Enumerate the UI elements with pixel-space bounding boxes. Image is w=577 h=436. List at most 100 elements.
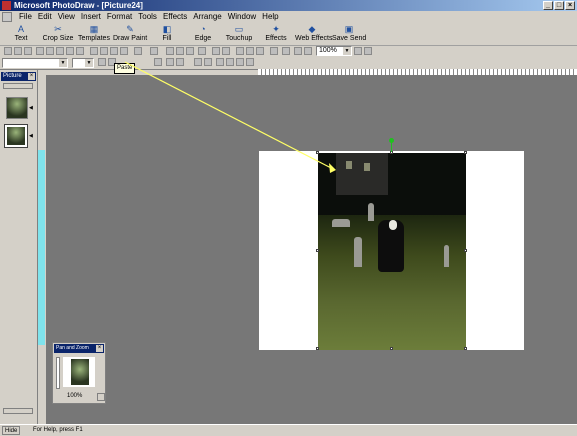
save-send-icon: ▣ [344,24,354,34]
menu-arrange[interactable]: Arrange [190,11,224,23]
visual-menu-text[interactable]: A Text [4,24,38,44]
visual-menu-touchup[interactable]: ▭ Touchup [222,24,256,44]
format-painter-icon[interactable] [120,47,128,55]
touchup-icon: ▭ [234,24,244,34]
line-icon[interactable] [236,47,244,55]
draw-paint-icon: ✎ [126,24,134,34]
menu-window[interactable]: Window [225,11,259,23]
line-width-icon[interactable] [166,58,174,66]
picture-thumbnail[interactable] [6,97,28,119]
rotate-left-icon[interactable] [212,47,220,55]
erase-icon[interactable] [246,58,254,66]
pan-zoom-preview[interactable] [63,357,95,387]
rectangle-icon[interactable] [270,47,278,55]
visual-menu-fill[interactable]: ◧ Fill [150,24,184,44]
undo-icon[interactable] [134,47,142,55]
menu-format[interactable]: Format [104,11,135,23]
effects-icon: ✦ [272,24,280,34]
selection-handle[interactable] [316,249,319,252]
menu-file[interactable]: File [16,11,35,23]
bold-icon[interactable] [98,58,106,66]
vertical-ruler [38,150,45,345]
hand-icon[interactable] [186,47,194,55]
selection-handle[interactable] [390,347,393,350]
zoom-level: 100% [67,393,83,399]
scan-icon[interactable] [56,47,64,55]
shadow-icon[interactable] [204,58,212,66]
rotate-handle[interactable] [389,138,394,143]
hide-picture-list-button[interactable]: Hide [2,426,21,435]
ellipse-icon[interactable] [282,47,290,55]
zoom-combo[interactable]: 100% ▼ [316,46,352,56]
cut-icon[interactable] [90,47,98,55]
size-combo[interactable]: ▼ [72,58,94,68]
send-icon[interactable] [66,47,74,55]
chevron-down-icon: ▼ [59,59,67,67]
close-icon[interactable]: × [28,73,35,80]
fit-icon[interactable] [97,393,105,401]
visual-menu-crop-size[interactable]: ✂ Crop Size [41,24,75,44]
web-effects-icon: ◆ [308,24,316,34]
menu-view[interactable]: View [55,11,78,23]
selection-handle[interactable] [464,347,467,350]
open-icon[interactable] [14,47,22,55]
edge-icon: ◔ [200,24,206,34]
select-icon[interactable] [166,47,174,55]
eyedropper-icon[interactable] [226,58,234,66]
crop-tool-icon[interactable] [216,58,224,66]
templates-icon: ▦ [89,24,99,34]
selection-handle[interactable] [464,249,467,252]
scroll-up-button[interactable] [3,83,33,89]
copy-icon[interactable] [100,47,108,55]
selection-handle[interactable] [464,151,467,154]
photo-image[interactable] [318,153,466,350]
menu-insert[interactable]: Insert [78,11,104,23]
freeform-icon[interactable] [256,47,264,55]
close-icon[interactable]: × [96,345,103,352]
window-title: Microsoft PhotoDraw - [Picture24] [14,1,143,10]
visual-menu-edge[interactable]: ◔ Edge [186,24,220,44]
maximize-button[interactable]: □ [554,1,564,10]
rotate-right-icon[interactable] [222,47,230,55]
selection-handle[interactable] [316,347,319,350]
visual-menu-web-effects[interactable]: ◆ Web Effects [295,24,332,44]
visual-menu-templates[interactable]: ▦ Templates [77,24,111,44]
help-icon[interactable] [364,47,372,55]
status-message: For Help, press F1 [33,427,83,433]
visual-menu-effects[interactable]: ✦ Effects [259,24,293,44]
shapes-icon[interactable] [294,47,302,55]
curve-icon[interactable] [246,47,254,55]
picture-icon[interactable] [304,47,312,55]
picture-thumbnail-selected[interactable] [4,124,28,148]
print-preview-icon[interactable] [46,47,54,55]
selection-handle[interactable] [316,151,319,154]
document-icon[interactable] [2,12,12,22]
redo-icon[interactable] [150,47,158,55]
pointer-icon[interactable] [176,47,184,55]
brush-icon[interactable] [236,58,244,66]
house-window [346,161,352,169]
minimize-button[interactable]: _ [543,1,553,10]
zoom-slider[interactable] [56,357,60,389]
font-combo[interactable]: ▼ [2,58,68,68]
spell-icon[interactable] [76,47,84,55]
paste-icon[interactable] [110,47,118,55]
dash-style-icon[interactable] [176,58,184,66]
zoom-in-icon[interactable] [354,47,362,55]
menu-help[interactable]: Help [259,11,281,23]
menu-effects[interactable]: Effects [160,11,190,23]
fill-icon: ◧ [162,24,172,34]
color-icon[interactable] [198,47,206,55]
line-color-icon[interactable] [154,58,162,66]
save-icon[interactable] [24,47,32,55]
visual-menu-save-send[interactable]: ▣ Save Send [332,24,366,44]
close-button[interactable]: × [565,1,575,10]
fill-color-icon[interactable] [194,58,202,66]
print-icon[interactable] [36,47,44,55]
scroll-down-button[interactable] [3,408,33,414]
triangle-icon: ◀ [29,133,33,139]
visual-menu-draw-paint[interactable]: ✎ Draw Paint [113,24,147,44]
new-icon[interactable] [4,47,12,55]
menu-tools[interactable]: Tools [135,11,160,23]
menu-edit[interactable]: Edit [35,11,55,23]
